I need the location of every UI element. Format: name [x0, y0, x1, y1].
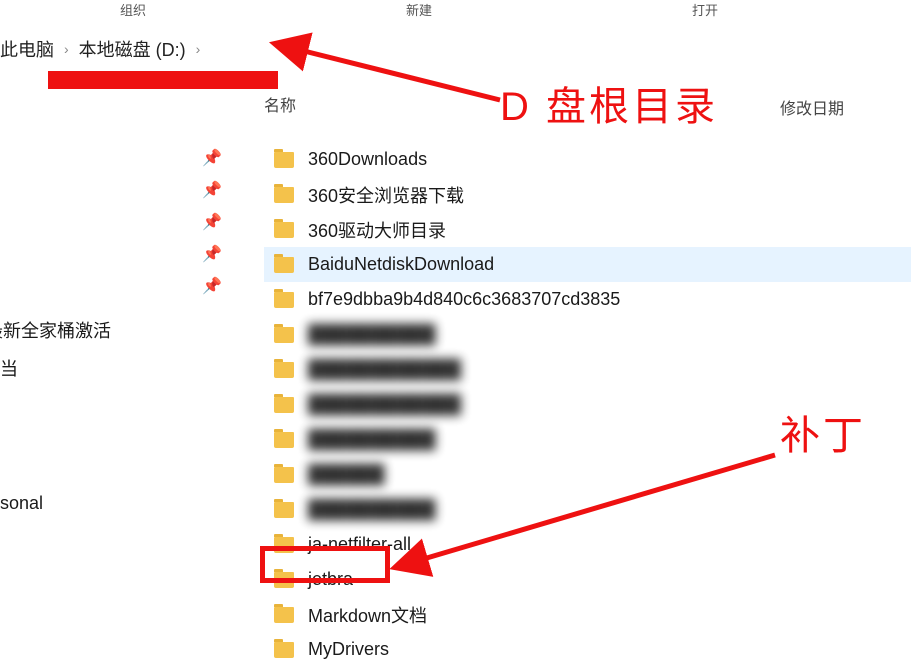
file-name: MyDrivers: [308, 639, 911, 660]
list-item[interactable]: Markdown文档 2022-10-18 20:4: [264, 597, 911, 632]
folder-icon: [274, 432, 294, 448]
folder-icon: [274, 502, 294, 518]
list-item[interactable]: BaiduNetdiskDownload 2022-09-22 22:1: [264, 247, 911, 282]
column-header-date[interactable]: 修改日期: [780, 95, 844, 119]
list-item[interactable]: MyDrivers 2022-04-13 10:1: [264, 632, 911, 667]
folder-icon: [274, 642, 294, 658]
folder-icon: [274, 327, 294, 343]
list-item[interactable]: ██████████ 2022-01-24 18:5: [264, 317, 911, 352]
chevron-right-icon: ›: [192, 41, 205, 57]
list-item[interactable]: ████████████ 2022-06-16 17:2: [264, 352, 911, 387]
folder-icon: [274, 152, 294, 168]
sidebar-pins: 📌 📌 📌 📌 📌: [202, 148, 222, 296]
breadcrumb-root[interactable]: 此电脑: [0, 36, 54, 62]
file-name: ██████: [308, 464, 911, 485]
file-name: BaiduNetdiskDownload: [308, 254, 911, 275]
ribbon-group-organize[interactable]: 组织: [120, 0, 146, 24]
list-item[interactable]: bf7e9dbba9b4d840c6c3683707cd3835 2021-08…: [264, 282, 911, 317]
file-name: ██████████: [308, 499, 911, 520]
folder-icon: [274, 292, 294, 308]
file-name: bf7e9dbba9b4d840c6c3683707cd3835: [308, 289, 911, 310]
annotation-highlight-box: [260, 546, 390, 583]
list-item[interactable]: 360驱动大师目录 2021-08-08 14:4: [264, 212, 911, 247]
folder-icon: [274, 187, 294, 203]
pin-icon: 📌: [202, 244, 222, 264]
folder-icon: [274, 257, 294, 273]
list-item[interactable]: ██████████ 2022-07-30 19:4: [264, 492, 911, 527]
chevron-right-icon: ›: [60, 41, 73, 57]
file-name: jetbra: [308, 569, 911, 590]
file-name: ja-netfilter-all: [308, 534, 911, 555]
breadcrumb[interactable]: 此电脑 › 本地磁盘 (D:) ›: [0, 36, 204, 62]
sidebar-item-fragment[interactable]: 当: [0, 355, 18, 381]
ribbon-group-new[interactable]: 新建: [406, 0, 432, 24]
pin-icon: 📌: [202, 212, 222, 232]
list-item[interactable]: ██████ 2022-06-13 10:1: [264, 457, 911, 492]
annotation-label-top: D 盘根目录: [500, 74, 718, 132]
file-name: Markdown文档: [308, 602, 911, 628]
annotation-label-bottom: 补丁: [780, 403, 866, 461]
breadcrumb-drive[interactable]: 本地磁盘 (D:): [79, 36, 186, 62]
ribbon: 组织 新建 打开: [0, 0, 911, 24]
folder-icon: [274, 467, 294, 483]
file-name: 360驱动大师目录: [308, 217, 911, 243]
file-name: ████████████: [308, 359, 911, 380]
redaction-bar: [48, 71, 278, 89]
ribbon-group-open[interactable]: 打开: [692, 0, 718, 24]
file-name: 360安全浏览器下载: [308, 182, 911, 208]
column-header-name[interactable]: 名称: [264, 92, 296, 116]
list-item[interactable]: 360安全浏览器下载 2021-08-08 14:3: [264, 177, 911, 212]
file-name: ██████████: [308, 324, 911, 345]
sidebar-item-sonal[interactable]: sonal: [0, 493, 43, 514]
pin-icon: 📌: [202, 148, 222, 168]
sidebar-item-recent[interactable]: 2 最新全家桶激活: [0, 317, 111, 343]
folder-icon: [274, 222, 294, 238]
folder-icon: [274, 362, 294, 378]
pin-icon: 📌: [202, 180, 222, 200]
folder-icon: [274, 607, 294, 623]
folder-icon: [274, 397, 294, 413]
pin-icon: 📌: [202, 276, 222, 296]
list-item[interactable]: 360Downloads 2021-08-05 7:03: [264, 142, 911, 177]
file-name: 360Downloads: [308, 149, 911, 170]
